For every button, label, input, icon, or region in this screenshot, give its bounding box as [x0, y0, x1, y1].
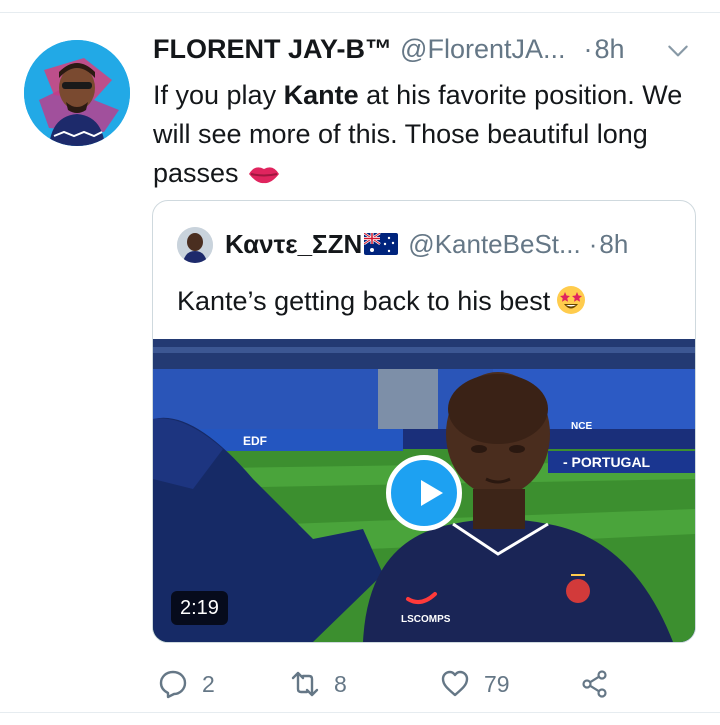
stadium-banner-text: NCE	[571, 421, 592, 432]
separator-dot: ·	[583, 34, 593, 64]
share-icon	[582, 670, 607, 698]
kiss-mark-icon	[248, 167, 279, 184]
retweet-count: 8	[334, 670, 347, 697]
quoted-tweet-text: Kante’s getting back to his best	[177, 285, 586, 317]
quoted-tweet-card[interactable]: Καντε_ΣΖΝ @KanteBeSt... ·8h Kante’s getti…	[152, 200, 696, 643]
heart-icon	[441, 670, 469, 697]
tweet-text-mention: Kante	[283, 80, 359, 110]
top-divider	[0, 12, 720, 13]
tweet-text: If you play Kante at his favorite positi…	[153, 76, 698, 193]
play-icon	[421, 480, 443, 506]
tweet-action-bar: 2 8 79	[0, 662, 720, 706]
quoted-author-handle[interactable]: @KanteBeSt...	[408, 229, 580, 259]
quoted-tweet-time[interactable]: 8h	[599, 229, 628, 259]
sponsor-board-text: EDF	[243, 434, 267, 448]
quoted-author-name[interactable]: Καντε_ΣΖΝ	[225, 229, 362, 259]
author-name[interactable]: FLORENT JAY-B™	[153, 34, 392, 64]
retweet-icon	[291, 671, 319, 697]
quoted-separator-dot: ·	[588, 229, 598, 259]
author-handle[interactable]: @FlorentJA...	[400, 34, 565, 64]
like-button[interactable]: 79	[440, 662, 510, 706]
author-avatar[interactable]	[24, 40, 130, 146]
tweet-time[interactable]: 8h	[595, 34, 625, 64]
shirt-text: LSCOMPS	[401, 614, 451, 625]
retweet-button[interactable]: 8	[290, 662, 347, 706]
like-count: 79	[484, 670, 510, 697]
quoted-tweet-header: Καντε_ΣΖΝ @KanteBeSt... ·8h	[225, 229, 628, 260]
chevron-down-icon[interactable]	[665, 38, 691, 64]
reply-icon	[159, 670, 187, 699]
tweet-header: FLORENT JAY-B™ @FlorentJA... ·8h	[153, 34, 693, 70]
score-board-text: - PORTUGAL	[563, 454, 651, 470]
play-button[interactable]	[386, 455, 462, 531]
tweet-text-start: If you play	[153, 80, 284, 110]
reply-count: 2	[202, 670, 215, 697]
quoted-author-avatar[interactable]	[177, 227, 213, 263]
australia-flag-icon	[364, 233, 399, 255]
video-duration: 2:19	[171, 591, 228, 625]
quoted-tweet-text-content: Kante’s getting back to his best	[177, 286, 551, 316]
share-button[interactable]	[580, 662, 610, 706]
bottom-divider	[0, 712, 720, 713]
star-struck-icon	[557, 286, 586, 314]
reply-button[interactable]: 2	[158, 662, 215, 706]
video-player[interactable]: EDF - PORTUGAL NCE LSCOMPS 2:19	[153, 339, 695, 642]
